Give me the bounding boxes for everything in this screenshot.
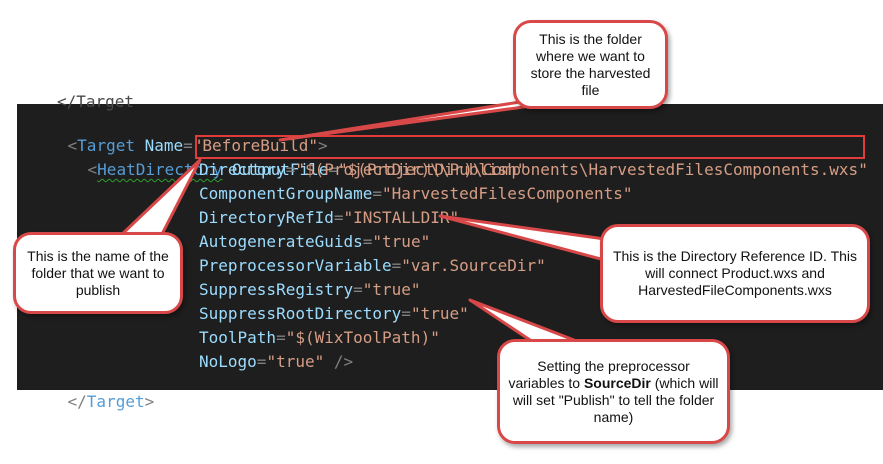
code-attr: AutogenerateGuids xyxy=(199,232,363,251)
code-line-attr: ToolPath="$(WixToolPath)" xyxy=(199,328,440,347)
callout-preprocessor-text: Setting the preprocessor variables to So… xyxy=(508,358,719,426)
callout-publish-folder-text: This is the name of the folder that we w… xyxy=(27,247,169,298)
code-value: "INSTALLDIR" xyxy=(343,208,460,227)
code-attr: NoLogo xyxy=(199,352,257,371)
code-attr: SuppressRootDirectory xyxy=(199,304,402,323)
callout-directory-ref-text: This is the Directory Reference ID. This… xyxy=(612,248,858,298)
code-line-attr: ComponentGroupName="HarvestedFilesCompon… xyxy=(199,184,633,203)
code-line-target-open: <Target Name="BeforeBuild"> xyxy=(29,110,328,155)
code-value: "true" xyxy=(266,352,325,371)
callout-output-folder: This is the folder where we want to stor… xyxy=(513,20,668,109)
code-value: "var.SourceDir" xyxy=(401,256,546,275)
code-punct: </ xyxy=(67,392,87,411)
code-line-attr: AutogenerateGuids="true" xyxy=(199,232,431,251)
code-tag: Target xyxy=(86,392,145,411)
code-attr: DirectoryRefId xyxy=(199,208,334,227)
code-line-target-close: </Target> xyxy=(29,366,155,411)
code-value: "HarvestedFilesComponents" xyxy=(382,184,633,203)
code-line-attr: Directory="$(ProjectDir)\\Publish" xyxy=(199,160,527,179)
code-attr: ToolPath xyxy=(199,328,277,347)
callout-preprocessor: Setting the preprocessor variables to So… xyxy=(497,339,730,444)
code-value: "true" xyxy=(362,280,421,299)
code-attr: PreprocessorVariable xyxy=(199,256,392,275)
code-punct: > xyxy=(144,392,155,411)
code-attr: ComponentGroupName xyxy=(199,184,373,203)
callout-output-folder-text: This is the folder where we want to stor… xyxy=(530,30,651,98)
code-value: "$(WixToolPath)" xyxy=(285,328,440,347)
code-line-attr: NoLogo="true" /> xyxy=(199,352,354,371)
code-punct: < xyxy=(87,160,98,179)
callout-preproc-bold: SourceDir xyxy=(583,374,651,391)
code-line-attr: PreprocessorVariable="var.SourceDir" xyxy=(199,256,546,275)
callout-directory-ref: This is the Directory Reference ID. This… xyxy=(600,224,870,323)
code-attr: Directory xyxy=(199,160,286,179)
code-top-fragment: </Target xyxy=(57,92,135,111)
callout-publish-folder: This is the name of the folder that we w… xyxy=(13,232,183,314)
code-value: "$(ProjectDir)\\Publish" xyxy=(295,160,527,179)
code-punct: /> xyxy=(324,352,354,371)
code-line-attr: DirectoryRefId="INSTALLDIR" xyxy=(199,208,460,227)
code-value: "true" xyxy=(410,304,469,323)
code-value: "true" xyxy=(372,232,431,251)
code-attr: SuppressRegistry xyxy=(199,280,354,299)
outputfile-highlight-box xyxy=(195,135,865,159)
code-line-attr: SuppressRegistry="true" xyxy=(199,280,421,299)
code-line-attr: SuppressRootDirectory="true" xyxy=(199,304,469,323)
